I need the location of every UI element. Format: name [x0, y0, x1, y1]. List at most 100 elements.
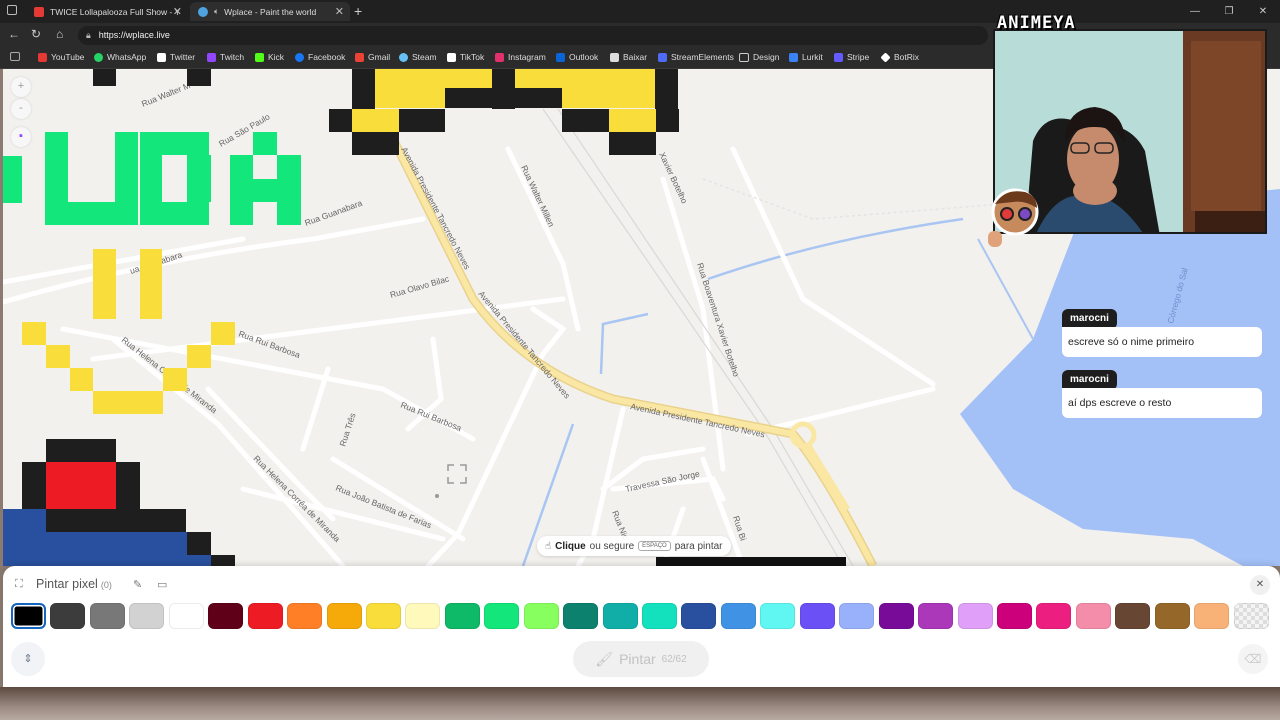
- pixel-art-green-letters: [3, 132, 301, 225]
- color-swatch[interactable]: [957, 603, 993, 629]
- color-swatch[interactable]: [326, 603, 362, 629]
- color-swatch[interactable]: [444, 603, 480, 629]
- color-swatch[interactable]: [484, 603, 520, 629]
- color-swatch[interactable]: [11, 603, 46, 629]
- color-swatch[interactable]: [642, 603, 677, 629]
- color-swatch[interactable]: [365, 603, 401, 629]
- site-info-icon[interactable]: 🔒︎: [86, 26, 91, 45]
- facebook-icon: [295, 52, 304, 62]
- color-swatch[interactable]: [287, 603, 323, 629]
- color-swatch[interactable]: [1115, 603, 1151, 629]
- zoom-in-icon[interactable]: +: [11, 77, 31, 97]
- chat-message: escreve só o nime primeiro: [1062, 327, 1262, 357]
- hint-text: ou segure: [589, 540, 635, 552]
- road-label: Rua Helena Corrêa de Miranda: [252, 453, 343, 544]
- eraser-button[interactable]: ⌫: [1238, 644, 1268, 674]
- bookmark-kick[interactable]: Kick: [255, 52, 284, 62]
- speaker-icon[interactable]: 🔈︎: [214, 6, 219, 17]
- color-swatch[interactable]: [89, 603, 125, 629]
- bookmark-outlook[interactable]: Outlook: [556, 52, 598, 62]
- bookmark-streamelements[interactable]: StreamElements: [658, 52, 734, 62]
- bookmark-tiktok[interactable]: TikTok: [447, 52, 484, 62]
- bookmark-design[interactable]: Design: [739, 52, 779, 62]
- maximize-icon[interactable]: ❐: [1212, 0, 1246, 23]
- close-panel-button[interactable]: ✕: [1250, 575, 1270, 595]
- bookmark-gmail[interactable]: Gmail: [355, 52, 390, 62]
- color-swatch[interactable]: [1154, 603, 1190, 629]
- bookmark-twitter[interactable]: Twitter: [157, 52, 195, 62]
- tab-wplace[interactable]: 🔈︎ Wplace - Paint the world ✕: [190, 2, 350, 21]
- color-swatch[interactable]: [129, 603, 165, 629]
- bookmark-facebook[interactable]: Facebook: [295, 52, 345, 62]
- gmail-icon: [355, 52, 364, 62]
- streamelements-icon: [658, 52, 667, 62]
- twitch-icon[interactable]: ▪: [11, 127, 31, 147]
- color-swatch[interactable]: [168, 603, 204, 629]
- color-swatch[interactable]: [523, 603, 559, 629]
- color-swatch[interactable]: [996, 603, 1032, 629]
- twitch-icon: [207, 52, 216, 62]
- minimize-icon[interactable]: —: [1178, 0, 1212, 23]
- color-swatch[interactable]: [1075, 603, 1111, 629]
- color-swatch[interactable]: [602, 603, 638, 629]
- paint-charges: 62/62: [661, 653, 687, 665]
- new-tab-icon[interactable]: +: [354, 3, 362, 19]
- color-swatch[interactable]: [208, 603, 244, 629]
- instagram-icon: [495, 52, 504, 62]
- bookmark-botrix[interactable]: BotRix: [880, 51, 919, 63]
- bookmark-whatsapp[interactable]: WhatsApp: [94, 52, 146, 62]
- expand-panel-button[interactable]: ⇕: [11, 642, 45, 676]
- color-swatch[interactable]: [563, 603, 599, 629]
- folder-icon: [739, 52, 749, 62]
- bookmark-lurkit[interactable]: Lurkit: [789, 52, 823, 62]
- cursor-dot: [435, 494, 439, 498]
- brush-icon: 🖌︎: [595, 650, 614, 667]
- youtube-icon: [34, 6, 44, 17]
- color-swatch[interactable]: [878, 603, 914, 629]
- bookmark-stripe[interactable]: Stripe: [834, 52, 869, 62]
- bookmark-instagram[interactable]: Instagram: [495, 52, 546, 62]
- bookmarks-icon[interactable]: [10, 52, 24, 61]
- fullscreen-icon[interactable]: ⛶: [15, 578, 23, 591]
- bookmark-steam[interactable]: Steam: [399, 52, 437, 62]
- home-icon[interactable]: ⌂: [56, 27, 63, 41]
- color-swatch[interactable]: [799, 603, 835, 629]
- color-swatch[interactable]: [247, 603, 283, 629]
- zoom-out-icon[interactable]: -: [11, 99, 31, 119]
- bookmark-baixar[interactable]: Baixar: [610, 52, 647, 62]
- color-swatch[interactable]: [50, 603, 86, 629]
- reload-icon[interactable]: ↻: [31, 27, 41, 41]
- stream-logo: ANIMEYA: [997, 13, 1076, 33]
- color-swatch[interactable]: [1036, 603, 1072, 629]
- address-bar[interactable]: 🔒︎ https://wplace.live: [78, 26, 988, 45]
- streamer-avatar-sticker: [988, 188, 1039, 247]
- color-swatch[interactable]: [720, 603, 756, 629]
- color-swatch[interactable]: [918, 603, 954, 629]
- hint-bold: Clique: [555, 540, 586, 552]
- color-swatch[interactable]: [760, 603, 796, 629]
- pixel-target-icon: [447, 464, 467, 484]
- pencil-icon[interactable]: ✎: [133, 578, 142, 591]
- tab-actions-icon[interactable]: [7, 5, 17, 15]
- bookmark-twitch[interactable]: Twitch: [207, 52, 244, 62]
- youtube-icon: [38, 52, 47, 62]
- pixel-art-character: [3, 439, 235, 566]
- color-swatch[interactable]: [681, 603, 717, 629]
- tab-twice[interactable]: TWICE Lollapalooza Full Show - Y ✕: [26, 2, 188, 21]
- color-swatch[interactable]: [405, 603, 441, 629]
- back-icon[interactable]: ←: [8, 27, 20, 41]
- stripe-icon: [834, 52, 843, 62]
- color-swatch[interactable]: [839, 603, 875, 629]
- bookmark-youtube[interactable]: YouTube: [38, 52, 84, 62]
- close-window-icon[interactable]: ✕: [1246, 0, 1280, 23]
- close-tab-icon[interactable]: ✕: [173, 5, 182, 18]
- lurkit-icon: [789, 52, 798, 62]
- color-swatch[interactable]: [1194, 603, 1230, 629]
- palette-view-icon[interactable]: ▭: [157, 578, 167, 591]
- color-swatch[interactable]: [1233, 603, 1269, 629]
- kick-icon: [255, 52, 264, 62]
- wplace-icon: [198, 6, 208, 17]
- botrix-icon: [880, 51, 891, 63]
- close-tab-icon[interactable]: ✕: [335, 5, 344, 18]
- paint-button[interactable]: 🖌︎ Pintar 62/62: [573, 641, 709, 677]
